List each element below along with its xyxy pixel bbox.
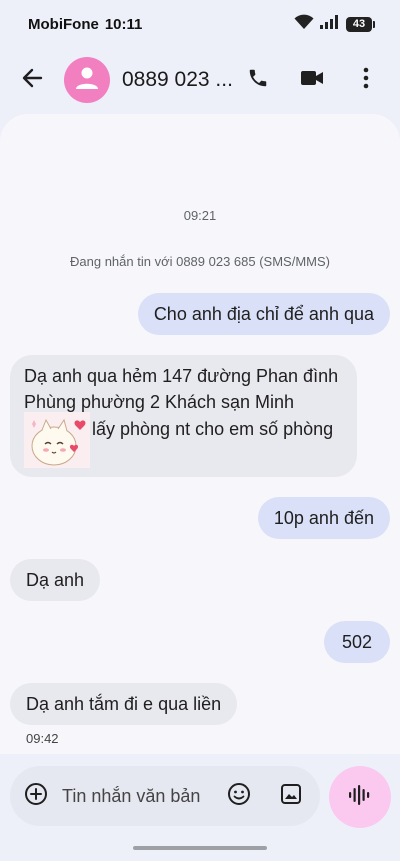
more-vert-icon — [363, 67, 369, 94]
wifi-icon — [294, 14, 314, 34]
phone-icon — [247, 67, 269, 94]
message-bubble-incoming[interactable]: Dạ anh qua hẻm 147 đường Phan đình Phùng… — [10, 355, 357, 477]
call-button[interactable] — [238, 60, 278, 100]
carrier-name: MobiFone — [28, 15, 99, 33]
home-indicator[interactable] — [133, 846, 267, 850]
battery-icon: 43 — [346, 16, 375, 32]
message-text-line: lấy phòng nt cho em số phòng — [92, 419, 334, 439]
more-options-button[interactable] — [346, 60, 386, 100]
message-text: Dạ anh tắm đi e qua liền — [26, 694, 222, 714]
message-bubble-outgoing[interactable]: 502 — [323, 621, 390, 663]
attach-button[interactable] — [22, 782, 50, 810]
conversation-info: Đang nhắn tin với 0889 023 685 (SMS/MMS) — [70, 254, 330, 269]
app-bar: 0889 023 ... — [0, 48, 400, 112]
emoji-icon — [227, 782, 251, 811]
contact-name[interactable]: 0889 023 ... — [122, 68, 238, 92]
back-arrow-icon — [21, 67, 43, 94]
voice-message-button[interactable] — [329, 766, 391, 828]
message-text: Dạ anh — [26, 570, 85, 590]
emoji-button[interactable] — [222, 779, 256, 813]
message-bubble-incoming[interactable]: Dạ anh — [10, 559, 101, 601]
sticker-image[interactable] — [24, 412, 90, 468]
compose-bar — [10, 766, 320, 826]
add-circle-icon — [24, 782, 48, 811]
message-text: 502 — [341, 632, 372, 652]
signal-icon — [320, 15, 340, 33]
message-text: Cho anh địa chỉ để anh qua — [153, 304, 374, 324]
avatar[interactable] — [64, 57, 110, 103]
message-bubble-outgoing[interactable]: 10p anh đến — [257, 497, 390, 539]
person-icon — [73, 64, 101, 97]
message-text-line: Dạ anh qua hẻm 147 đường Phan đình — [24, 366, 339, 386]
message-bubble-outgoing[interactable]: Cho anh địa chỉ để anh qua — [137, 293, 390, 335]
message-timestamp: 09:42 — [26, 731, 59, 746]
back-button[interactable] — [12, 60, 52, 100]
message-input[interactable] — [62, 785, 222, 807]
gallery-icon — [280, 783, 302, 810]
battery-level: 43 — [352, 18, 366, 30]
voice-icon — [348, 784, 372, 811]
gallery-button[interactable] — [274, 779, 308, 813]
message-text: 10p anh đến — [273, 508, 374, 528]
status-bar: MobiFone 10:11 43 — [0, 0, 400, 48]
message-bubble-incoming[interactable]: Dạ anh tắm đi e qua liền — [10, 683, 238, 725]
message-timestamp: 09:21 — [183, 208, 217, 223]
video-call-button[interactable] — [292, 60, 332, 100]
video-icon — [300, 67, 324, 94]
clock: 10:11 — [104, 15, 143, 33]
